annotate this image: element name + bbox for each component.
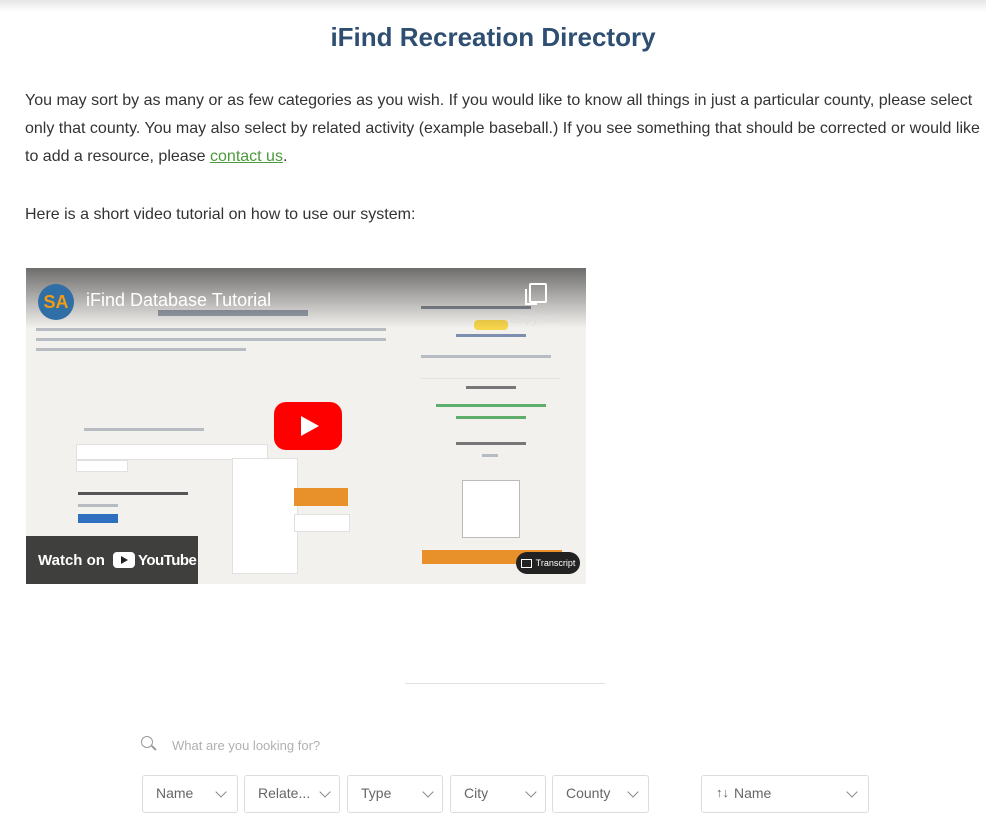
play-icon[interactable] [274, 402, 342, 450]
filter-related-activity[interactable]: Relate... [244, 775, 340, 813]
top-shadow-bar [0, 0, 986, 12]
watch-on-label: Watch on [38, 551, 105, 569]
contact-us-link[interactable]: contact us [210, 148, 283, 165]
sort-icon: ↑↓ [716, 785, 729, 800]
filter-county[interactable]: County [552, 775, 649, 813]
chevron-down-icon [319, 786, 331, 798]
divider [405, 683, 605, 684]
search-icon [141, 736, 153, 748]
page-title: iFind Recreation Directory [330, 22, 656, 52]
filter-name[interactable]: Name [142, 775, 238, 813]
sort-select[interactable]: ↑↓ Name [701, 775, 869, 813]
copy-icon[interactable] [525, 283, 547, 305]
chevron-down-icon [422, 786, 434, 798]
filter-type[interactable]: Type [347, 775, 443, 813]
intro-end: . [282, 148, 288, 165]
youtube-wordmark: YouTube [137, 551, 197, 569]
chevron-down-icon [525, 786, 537, 798]
copy-link-label: Copy link [510, 312, 560, 326]
intro-paragraph: You may sort by as many or as few catego… [25, 87, 980, 171]
filter-city[interactable]: City [450, 775, 546, 813]
intro-text: You may sort by as many or as few catego… [25, 92, 980, 165]
chevron-down-icon [215, 786, 227, 798]
filter-name-label: Name [156, 785, 194, 801]
youtube-icon [112, 552, 135, 568]
filter-related-label: Relate... [258, 785, 311, 801]
tutorial-text: Here is a short video tutorial on how to… [25, 206, 416, 223]
watch-on-youtube-button[interactable]: Watch on YouTube [26, 536, 198, 584]
search-input[interactable] [170, 732, 574, 758]
sort-label: Name [734, 785, 772, 801]
channel-logo-text: SA [43, 291, 69, 312]
filter-type-label: Type [361, 785, 392, 801]
chevron-down-icon [627, 786, 639, 798]
video-embed[interactable]: SA iFind Database Tutorial Copy link Wat… [26, 268, 586, 584]
chevron-down-icon [846, 786, 858, 798]
channel-avatar[interactable]: SA [38, 284, 74, 320]
video-title[interactable]: iFind Database Tutorial [86, 290, 271, 311]
transcript-label: Transcript [535, 558, 576, 568]
transcript-button[interactable]: Transcript [516, 552, 580, 574]
filter-county-label: County [566, 785, 611, 801]
filter-city-label: City [464, 785, 489, 801]
